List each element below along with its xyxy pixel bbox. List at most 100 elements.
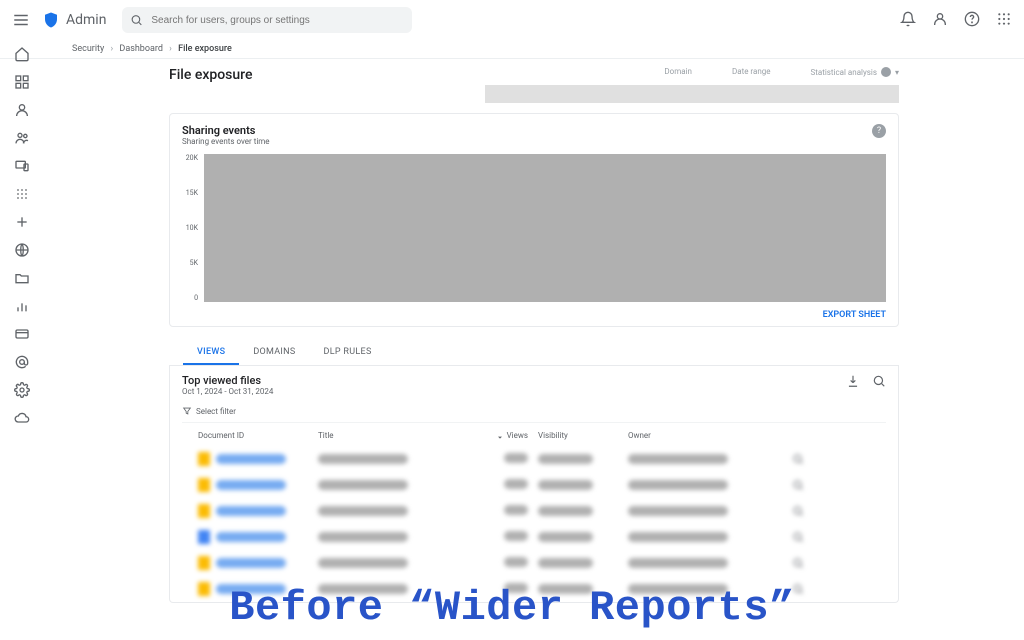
breadcrumb-security[interactable]: Security [72,44,104,54]
cloud-icon[interactable] [14,410,30,426]
devices-icon[interactable] [14,158,30,174]
y-tick: 10K [186,224,198,232]
row-investigate-button[interactable] [778,505,818,517]
app-name: Admin [66,12,106,28]
doc-id-redacted [216,480,286,490]
group-icon[interactable] [14,130,30,146]
select-filter-button[interactable]: Select filter [182,406,886,423]
help-circle-icon[interactable]: ? [872,124,886,138]
home-icon[interactable] [14,46,30,62]
chart-y-axis: 20K 15K 10K 5K 0 [182,154,204,302]
person-icon[interactable] [14,102,30,118]
arrow-down-icon [496,432,504,440]
doc-icon [198,530,210,544]
row-investigate-button[interactable] [778,479,818,491]
views-redacted [504,505,528,515]
sheet-icon [198,478,210,492]
doc-id-redacted [216,532,286,542]
search-icon [130,13,143,27]
table-row[interactable] [182,446,886,472]
sheet-icon [198,452,210,466]
filter-domain-label: Domain [664,67,692,76]
table-row[interactable] [182,472,886,498]
card-subtitle: Sharing events over time [182,137,270,146]
chevron-right-icon: › [169,44,172,54]
title-redacted [318,454,408,464]
owner-redacted [628,506,728,516]
doc-id-redacted [216,454,286,464]
title-redacted [318,532,408,542]
visibility-redacted [538,454,593,464]
visibility-redacted [538,480,593,490]
page-title: File exposure [169,67,253,83]
search-input[interactable] [122,7,412,33]
help-icon[interactable] [964,11,980,30]
y-tick: 20K [186,154,198,162]
billing-icon[interactable] [14,326,30,342]
owner-redacted [628,454,728,464]
menu-icon[interactable] [12,11,30,29]
filters-bar-placeholder[interactable] [485,85,899,103]
visibility-redacted [538,558,593,568]
search-field[interactable] [151,15,404,26]
y-tick: 0 [194,294,198,302]
dashboard-icon[interactable] [14,74,30,90]
filter-daterange-label: Date range [732,67,771,76]
col-owner[interactable]: Owner [628,431,768,440]
admin-shield-icon [42,11,60,29]
at-icon[interactable] [14,354,30,370]
col-title[interactable]: Title [318,431,448,440]
left-nav [0,40,44,426]
row-investigate-button[interactable] [778,557,818,569]
admin-roles-icon[interactable] [14,382,30,398]
breadcrumb: Security › Dashboard › File exposure [0,40,1024,59]
col-document-id[interactable]: Document ID [198,431,308,440]
apps-grid-icon[interactable] [996,11,1012,30]
col-visibility[interactable]: Visibility [538,431,618,440]
title-redacted [318,480,408,490]
views-redacted [504,453,528,463]
caption-text: Before “Wider Reports” [0,584,1024,632]
table-row[interactable] [182,550,886,576]
row-investigate-button[interactable] [778,453,818,465]
y-tick: 15K [186,189,198,197]
row-investigate-button[interactable] [778,531,818,543]
sheet-icon [198,556,210,570]
download-icon[interactable] [846,374,860,391]
investigate-icon[interactable] [872,374,886,391]
tab-dlp-rules[interactable]: DLP RULES [310,341,386,365]
breadcrumb-dashboard[interactable]: Dashboard [119,44,163,54]
filter-icon [182,406,192,416]
export-sheet-button[interactable]: EXPORT SHEET [823,310,886,320]
bar-chart-icon[interactable] [14,298,30,314]
apps-icon[interactable] [14,186,30,202]
breadcrumb-current: File exposure [178,44,232,54]
account-icon[interactable] [932,11,948,30]
y-tick: 5K [190,259,198,267]
panel-title: Top viewed files [182,374,273,387]
plus-icon[interactable] [14,214,30,230]
filter-stat[interactable]: Statistical analysis ▾ [810,67,899,77]
table-row[interactable] [182,524,886,550]
select-filter-label: Select filter [196,407,236,416]
owner-redacted [628,532,728,542]
panel-date-range: Oct 1, 2024 - Oct 31, 2024 [182,387,273,396]
visibility-redacted [538,506,593,516]
views-redacted [504,557,528,567]
title-redacted [318,506,408,516]
app-logo[interactable]: Admin [42,11,106,29]
globe-icon[interactable] [14,242,30,258]
tab-views[interactable]: VIEWS [183,341,239,365]
views-redacted [504,479,528,489]
folder-icon[interactable] [14,270,30,286]
sheet-icon [198,504,210,518]
chart-placeholder [204,154,886,302]
table-row[interactable] [182,498,886,524]
notifications-icon[interactable] [900,11,916,30]
help-badge-icon [881,67,891,77]
chevron-right-icon: › [110,44,113,54]
col-views[interactable]: Views [458,431,528,440]
owner-redacted [628,480,728,490]
tab-domains[interactable]: DOMAINS [239,341,309,365]
title-redacted [318,558,408,568]
